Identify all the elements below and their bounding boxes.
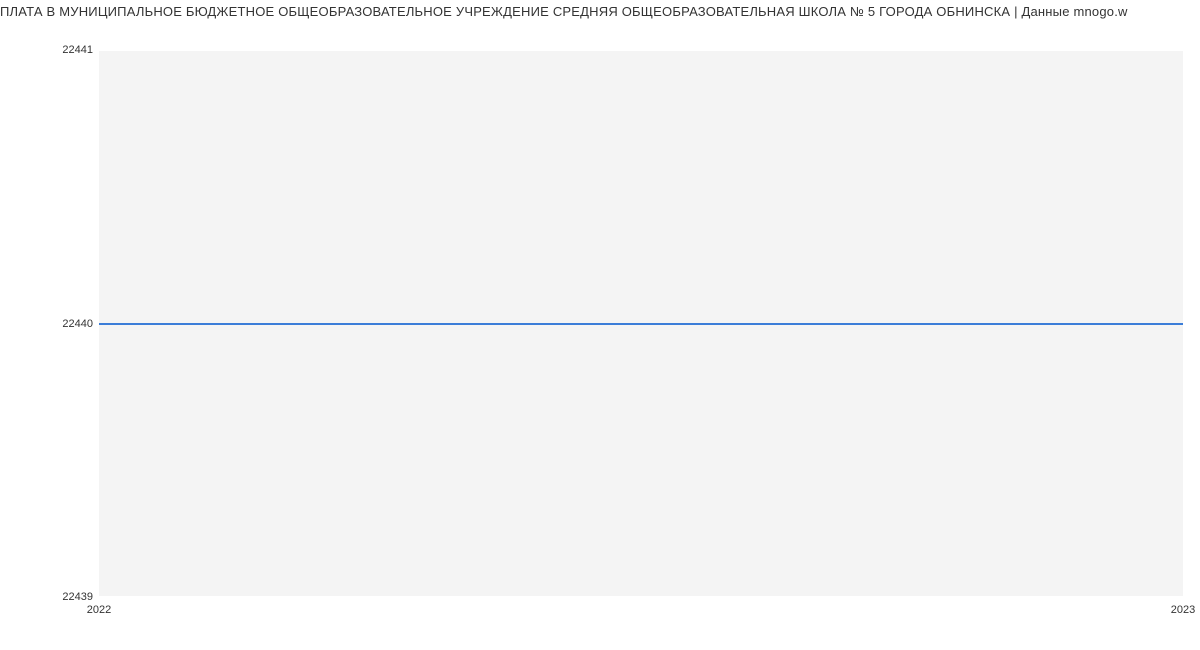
chart-title: ПЛАТА В МУНИЦИПАЛЬНОЕ БЮДЖЕТНОЕ ОБЩЕОБРА… xyxy=(0,4,1200,19)
plot-area xyxy=(99,50,1183,597)
y-axis-tick-label: 22441 xyxy=(62,44,93,56)
gridline xyxy=(99,50,1183,51)
x-axis-tick-label: 2023 xyxy=(1171,604,1195,616)
x-axis-tick-label: 2022 xyxy=(87,604,111,616)
data-series-line xyxy=(99,323,1183,325)
gridline xyxy=(99,596,1183,597)
y-axis-tick-label: 22439 xyxy=(62,591,93,603)
y-axis-tick-label: 22440 xyxy=(62,318,93,330)
